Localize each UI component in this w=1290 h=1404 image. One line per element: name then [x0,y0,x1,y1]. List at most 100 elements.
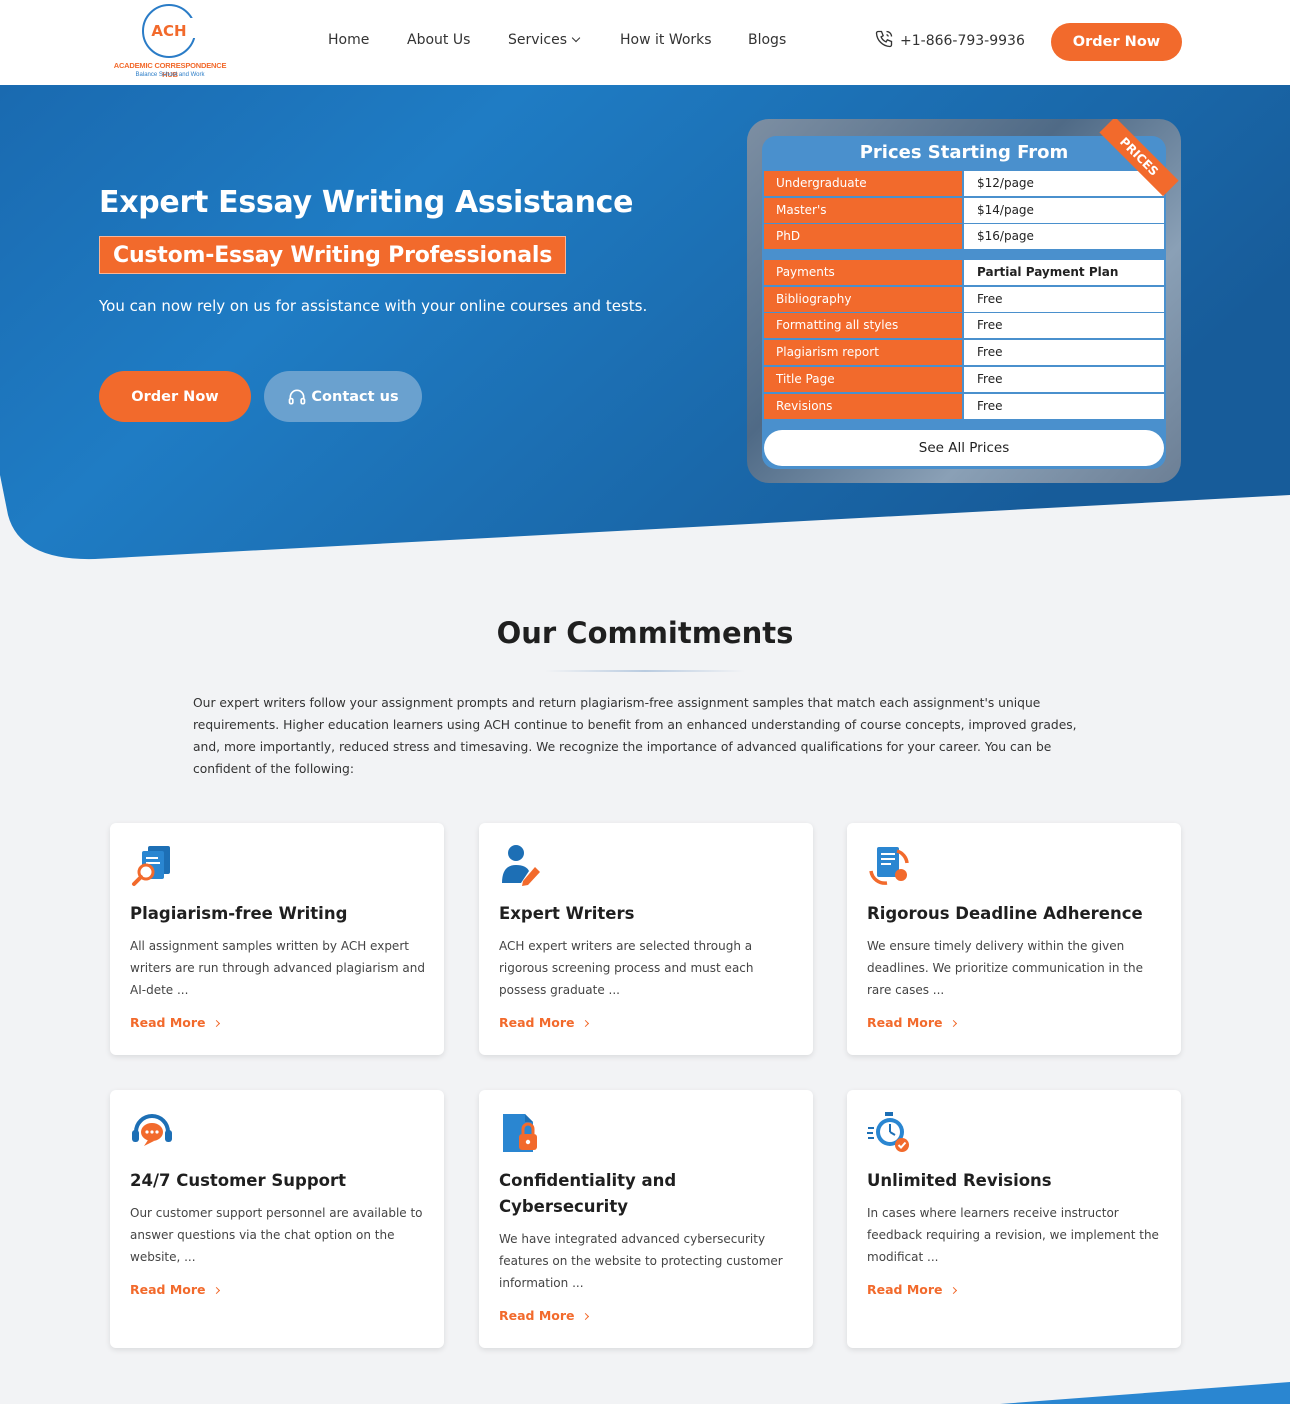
hero-description: You can now rely on us for assistance wi… [99,297,648,315]
stopwatch-revision-icon [867,1110,911,1154]
price-row-label: Revisions [764,393,962,419]
phone-number: +1-866-793-9936 [900,33,1025,49]
hero-order-button[interactable]: Order Now [99,371,251,422]
price-row: PhD $16/page [764,224,1164,250]
header-order-button[interactable]: Order Now [1051,23,1182,61]
card-description: ACH expert writers are selected through … [499,939,754,997]
site-header: ACH ACADEMIC CORRESPONDENCE HUB Balance … [0,0,1290,85]
price-row-label: Undergraduate [764,171,962,196]
expert-writer-icon [499,843,543,887]
nav-services[interactable]: Services [508,32,581,48]
price-row-label: Plagiarism report [764,340,962,366]
contact-label: Contact us [311,388,399,405]
card-description: We have integrated advanced cybersecurit… [499,1232,783,1290]
commitment-card: 24/7 Customer Support Our customer suppor… [110,1090,444,1348]
hero-contact-button[interactable]: Contact us [264,371,422,422]
chevron-right-icon [581,1019,589,1028]
logo-abbr: ACH [151,22,187,40]
chevron-right-icon [581,1312,589,1321]
chevron-down-icon [571,33,581,43]
commitment-card: Rigorous Deadline Adherence We ensure tim… [847,823,1181,1055]
card-title: Plagiarism-free Writing [130,904,348,923]
price-row: Formatting all styles Free [764,313,1164,339]
read-more-label: Read More [499,1308,575,1323]
card-description: We ensure timely delivery within the giv… [867,939,1143,997]
read-more-link[interactable]: Read More [499,1308,589,1323]
price-row-value: $16/page [964,224,1164,250]
nav-home[interactable]: Home [328,32,369,48]
site-logo[interactable]: ACH ACADEMIC CORRESPONDENCE HUB Balance … [108,4,232,82]
card-title: Rigorous Deadline Adherence [867,904,1143,923]
read-more-label: Read More [130,1282,206,1297]
deadline-document-icon [867,843,911,887]
commitment-card: Confidentiality and Cybersecurity We have… [479,1090,813,1348]
nav-blogs[interactable]: Blogs [748,32,786,48]
price-row: Undergraduate $12/page [764,171,1164,196]
commitment-card: Plagiarism-free Writing All assignment sa… [110,823,444,1055]
price-row-value: Partial Payment Plan [964,260,1164,285]
logo-tagline: Balance School and Work [135,72,205,78]
see-all-prices-button[interactable]: See All Prices [764,430,1164,466]
bottom-wave [1000,1382,1290,1404]
card-title: Confidentiality and Cybersecurity [499,1171,677,1216]
commitment-card: Unlimited Revisions In cases where learne… [847,1090,1181,1348]
card-title: 24/7 Customer Support [130,1171,346,1190]
chevron-right-icon [212,1019,220,1028]
phone-icon [875,30,893,48]
price-row-value: Free [964,393,1164,419]
price-row: Payments Partial Payment Plan [764,260,1164,285]
card-title: Unlimited Revisions [867,1171,1052,1190]
nav-how-it-works[interactable]: How it Works [620,32,712,48]
commitment-card: Expert Writers ACH expert writers are sel… [479,823,813,1055]
price-row-value: $12/page [964,171,1164,196]
price-row-value: Free [964,313,1164,339]
price-row-value: Free [964,340,1164,366]
commitments-description: Our expert writers follow your assignmen… [193,696,1077,776]
read-more-link[interactable]: Read More [130,1282,220,1297]
read-more-link[interactable]: Read More [130,1015,220,1030]
title-divider [545,670,745,672]
plagiarism-check-icon [130,843,174,887]
card-description: Our customer support personnel are avail… [130,1206,423,1264]
card-description: In cases where learners receive instruct… [867,1206,1159,1264]
price-row-label: PhD [764,224,962,250]
hero-title: Expert Essay Writing Assistance [99,185,634,220]
read-more-label: Read More [130,1015,206,1030]
price-row-label: Title Page [764,366,962,392]
price-table-title: Prices Starting From [859,142,1069,163]
hero-section: Expert Essay Writing Assistance Custom-E… [0,85,1290,561]
price-row: Bibliography Free [764,286,1164,312]
card-description: All assignment samples written by ACH ex… [130,939,425,997]
price-row: Plagiarism report Free [764,340,1164,366]
chevron-right-icon [949,1019,957,1028]
read-more-label: Read More [867,1282,943,1297]
price-row-label: Master's [764,197,962,223]
read-more-link[interactable]: Read More [499,1015,589,1030]
phone-link[interactable]: +1-866-793-9936 [874,30,1025,51]
price-row-value: Free [964,286,1164,312]
price-row-label: Formatting all styles [764,313,962,339]
price-table: Prices Starting From Undergraduate $12/pa… [762,136,1166,469]
customer-support-icon [130,1110,174,1154]
read-more-label: Read More [867,1015,943,1030]
price-row-label: Bibliography [764,286,962,312]
read-more-link[interactable]: Read More [867,1015,957,1030]
price-row: Revisions Free [764,393,1164,419]
hero-subtitle: Custom-Essay Writing Professionals [99,236,567,274]
nav-about-us[interactable]: About Us [407,32,470,48]
commitments-title: Our Commitments [496,616,794,650]
price-row-value: $14/page [964,197,1164,223]
card-title: Expert Writers [499,904,635,923]
chevron-right-icon [212,1286,220,1295]
nav-services-label: Services [508,32,568,48]
price-row-value: Free [964,366,1164,392]
headset-icon [289,389,306,404]
read-more-label: Read More [499,1015,575,1030]
price-row: Master's $14/page [764,197,1164,223]
secure-file-lock-icon [499,1110,543,1154]
price-row-label: Payments [764,260,962,285]
price-row: Title Page Free [764,366,1164,392]
chevron-right-icon [949,1286,957,1295]
read-more-link[interactable]: Read More [867,1282,957,1297]
price-card: Prices Starting From Undergraduate $12/pa… [747,119,1181,483]
